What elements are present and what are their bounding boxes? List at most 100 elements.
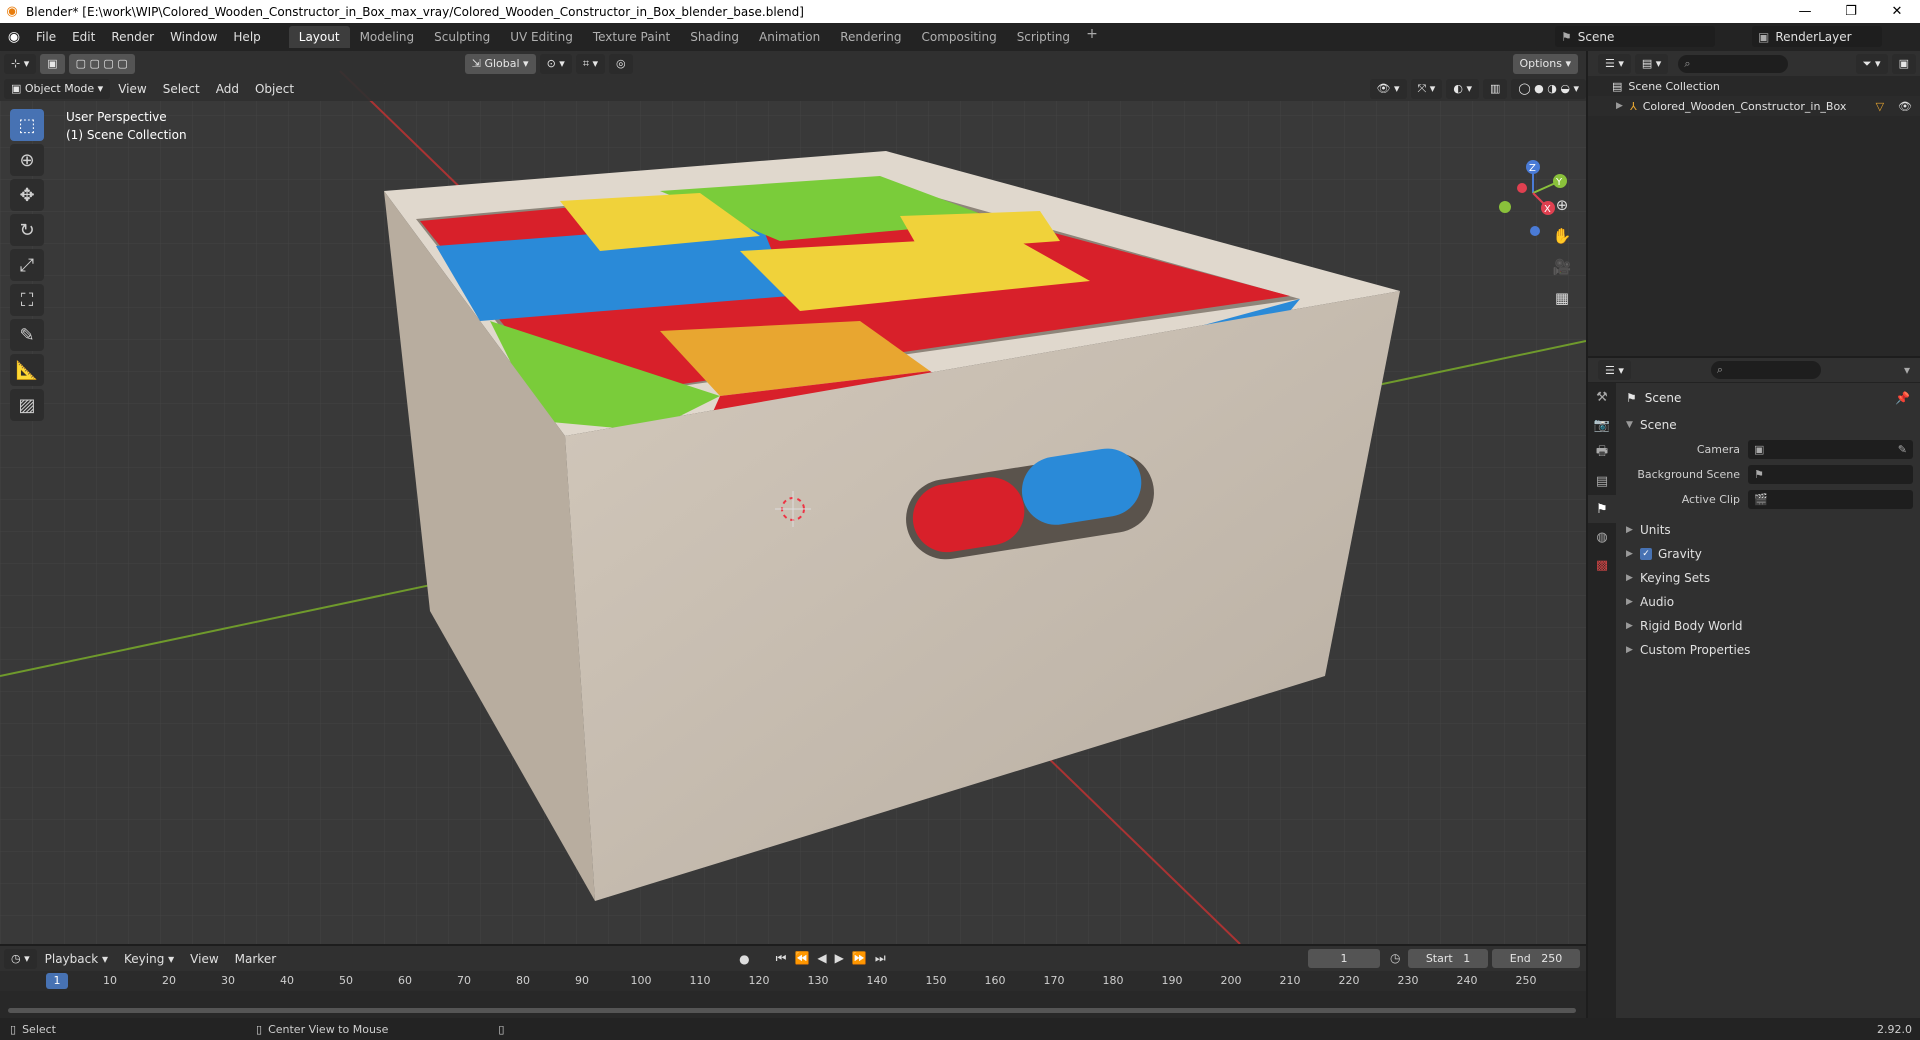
gravity-checkbox[interactable]: ✓: [1640, 548, 1652, 560]
3d-viewport[interactable]: Z Y X ⊹ ▾ ▣ ▢ ▢ ▢ ▢ ⇲ Global ▾ ⊙ ▾ ⌗ ▾ ◎…: [0, 51, 1586, 944]
pin-icon[interactable]: 📌: [1895, 391, 1910, 405]
keying-sets-panel-header[interactable]: ▶ Keying Sets: [1618, 566, 1918, 590]
menu-edit[interactable]: Edit: [64, 30, 103, 44]
outliner-row-object[interactable]: ▶ ⅄ Colored_Wooden_Constructor_in_Box ▽ …: [1588, 96, 1920, 116]
visibility-eye-icon[interactable]: 👁: [1898, 100, 1912, 113]
blender-logo-icon[interactable]: ◉: [0, 29, 28, 45]
camera-view-icon[interactable]: 🎥: [1548, 253, 1576, 281]
menu-file[interactable]: File: [28, 30, 64, 44]
outliner-display-mode[interactable]: ▤ ▾: [1634, 53, 1669, 74]
move-tool-icon[interactable]: ✥: [10, 179, 44, 211]
next-keyframe-icon[interactable]: ⏩: [852, 951, 875, 965]
options-dropdown[interactable]: Options ▾: [1512, 53, 1578, 74]
mode-dropdown[interactable]: ▣ Object Mode ▾: [4, 78, 111, 99]
properties-search-input[interactable]: ⌕: [1710, 361, 1821, 379]
audio-panel-header[interactable]: ▶ Audio: [1618, 590, 1918, 614]
timeline-editor-type[interactable]: ◷ ▾: [4, 948, 37, 969]
timeline-scrollbar[interactable]: [8, 1008, 1576, 1013]
add-cube-tool-icon[interactable]: ▨: [10, 389, 44, 421]
tab-animation[interactable]: Animation: [749, 26, 830, 48]
jump-start-icon[interactable]: ⏮: [776, 951, 795, 965]
timeline-menu-playback[interactable]: Playback ▾: [37, 952, 116, 966]
gravity-panel-header[interactable]: ▶ ✓ Gravity: [1618, 542, 1918, 566]
snap-dropdown[interactable]: ⌗ ▾: [575, 53, 606, 74]
render-tab-icon[interactable]: 📷: [1588, 411, 1616, 439]
timeline-menu-view[interactable]: View: [182, 952, 226, 966]
scale-tool-icon[interactable]: ⤢: [10, 249, 44, 281]
tab-shading[interactable]: Shading: [680, 26, 749, 48]
editor-type-button[interactable]: ⊹ ▾: [4, 53, 37, 74]
pan-hand-icon[interactable]: ✋: [1548, 222, 1576, 250]
measure-tool-icon[interactable]: 📐: [10, 354, 44, 386]
perspective-toggle-icon[interactable]: ▦: [1548, 284, 1576, 312]
tab-layout[interactable]: Layout: [288, 26, 350, 48]
menu-render[interactable]: Render: [103, 30, 162, 44]
tool-tab-icon[interactable]: ⚒: [1588, 383, 1616, 411]
pivot-dropdown[interactable]: ⊙ ▾: [539, 53, 572, 74]
play-reverse-icon[interactable]: ◀: [817, 951, 834, 965]
tab-uv-editing[interactable]: UV Editing: [500, 26, 583, 48]
overlay-toggle-icon[interactable]: ◐ ▾: [1446, 78, 1479, 99]
select-mode-button[interactable]: ▣: [40, 53, 65, 74]
rigid-body-world-panel-header[interactable]: ▶ Rigid Body World: [1618, 614, 1918, 638]
outliner-search-input[interactable]: ⌕: [1678, 54, 1789, 73]
play-icon[interactable]: ▶: [835, 951, 852, 965]
close-window-button[interactable]: ✕: [1874, 4, 1920, 19]
annotate-tool-icon[interactable]: ✎: [10, 319, 44, 351]
eyedropper-icon[interactable]: ✎: [1898, 443, 1907, 456]
jump-end-icon[interactable]: ⏭: [875, 951, 894, 965]
timeline-menu-keying[interactable]: Keying ▾: [116, 952, 182, 966]
record-keyframe-icon[interactable]: ●: [739, 952, 749, 966]
viewport-menu-add[interactable]: Add: [208, 82, 247, 96]
scene-selector[interactable]: ⚑ Scene: [1555, 26, 1715, 47]
select-box-modes[interactable]: ▢ ▢ ▢ ▢: [68, 53, 135, 74]
properties-options-chevron-icon[interactable]: ▾: [1904, 363, 1910, 377]
tab-sculpting[interactable]: Sculpting: [424, 26, 500, 48]
menu-help[interactable]: Help: [225, 30, 268, 44]
zoom-icon[interactable]: ⊕: [1548, 191, 1576, 219]
properties-editor-type[interactable]: ☰ ▾: [1598, 360, 1631, 380]
current-frame-field[interactable]: 1: [1308, 949, 1380, 968]
world-tab-icon[interactable]: ◍: [1588, 523, 1616, 551]
restore-button[interactable]: ❐: [1828, 4, 1874, 19]
viewport-menu-view[interactable]: View: [110, 82, 154, 96]
xray-toggle-icon[interactable]: ▥: [1482, 78, 1508, 99]
select-box-tool-icon[interactable]: ⬚: [10, 109, 44, 141]
scene-tab-icon[interactable]: ⚑: [1588, 495, 1616, 523]
texture-tab-icon[interactable]: ▩: [1588, 551, 1616, 579]
orientation-dropdown[interactable]: ⇲ Global ▾: [464, 53, 536, 74]
prev-keyframe-icon[interactable]: ⏪: [794, 951, 817, 965]
scene-panel-header[interactable]: ▼ Scene: [1618, 413, 1918, 437]
timeline-ruler[interactable]: 1 10 20 30 40 50 60 70 80 90 100 110 120…: [0, 971, 1586, 991]
output-tab-icon[interactable]: 🖶: [1588, 439, 1616, 467]
gizmo-toggle-icon[interactable]: ⤧ ▾: [1410, 78, 1443, 99]
units-panel-header[interactable]: ▶ Units: [1618, 518, 1918, 542]
cursor-tool-icon[interactable]: ⊕: [10, 144, 44, 176]
new-collection-icon[interactable]: ▣: [1891, 53, 1916, 74]
transform-tool-icon[interactable]: ⛶: [10, 284, 44, 316]
custom-properties-panel-header[interactable]: ▶ Custom Properties: [1618, 638, 1918, 662]
rotate-tool-icon[interactable]: ↻: [10, 214, 44, 246]
tab-scripting[interactable]: Scripting: [1007, 26, 1080, 48]
start-frame-field[interactable]: Start 1: [1408, 949, 1488, 968]
end-frame-field[interactable]: End 250: [1492, 949, 1580, 968]
camera-field[interactable]: ▣ ✎: [1748, 440, 1913, 459]
tab-texture-paint[interactable]: Texture Paint: [583, 26, 680, 48]
tab-modeling[interactable]: Modeling: [350, 26, 425, 48]
playhead[interactable]: 1: [46, 973, 68, 989]
expand-chevron-icon[interactable]: ▶: [1616, 101, 1630, 111]
minimize-button[interactable]: —: [1782, 4, 1828, 19]
shading-modes[interactable]: ◯ ● ◑ ◒ ▾: [1511, 78, 1586, 99]
add-workspace-icon[interactable]: +: [1080, 26, 1104, 48]
menu-window[interactable]: Window: [162, 30, 225, 44]
proportional-edit-button[interactable]: ◎: [609, 53, 633, 74]
outliner-row-scene-collection[interactable]: ▤ Scene Collection: [1588, 76, 1920, 96]
view-layer-tab-icon[interactable]: ▤: [1588, 467, 1616, 495]
viewport-menu-select[interactable]: Select: [155, 82, 208, 96]
render-layer-selector[interactable]: ▣ RenderLayer: [1752, 26, 1882, 47]
tab-rendering[interactable]: Rendering: [830, 26, 911, 48]
timeline-menu-marker[interactable]: Marker: [227, 952, 284, 966]
active-clip-field[interactable]: 🎬: [1748, 490, 1913, 509]
tab-compositing[interactable]: Compositing: [911, 26, 1006, 48]
outliner-editor-type[interactable]: ☰ ▾: [1598, 53, 1631, 74]
